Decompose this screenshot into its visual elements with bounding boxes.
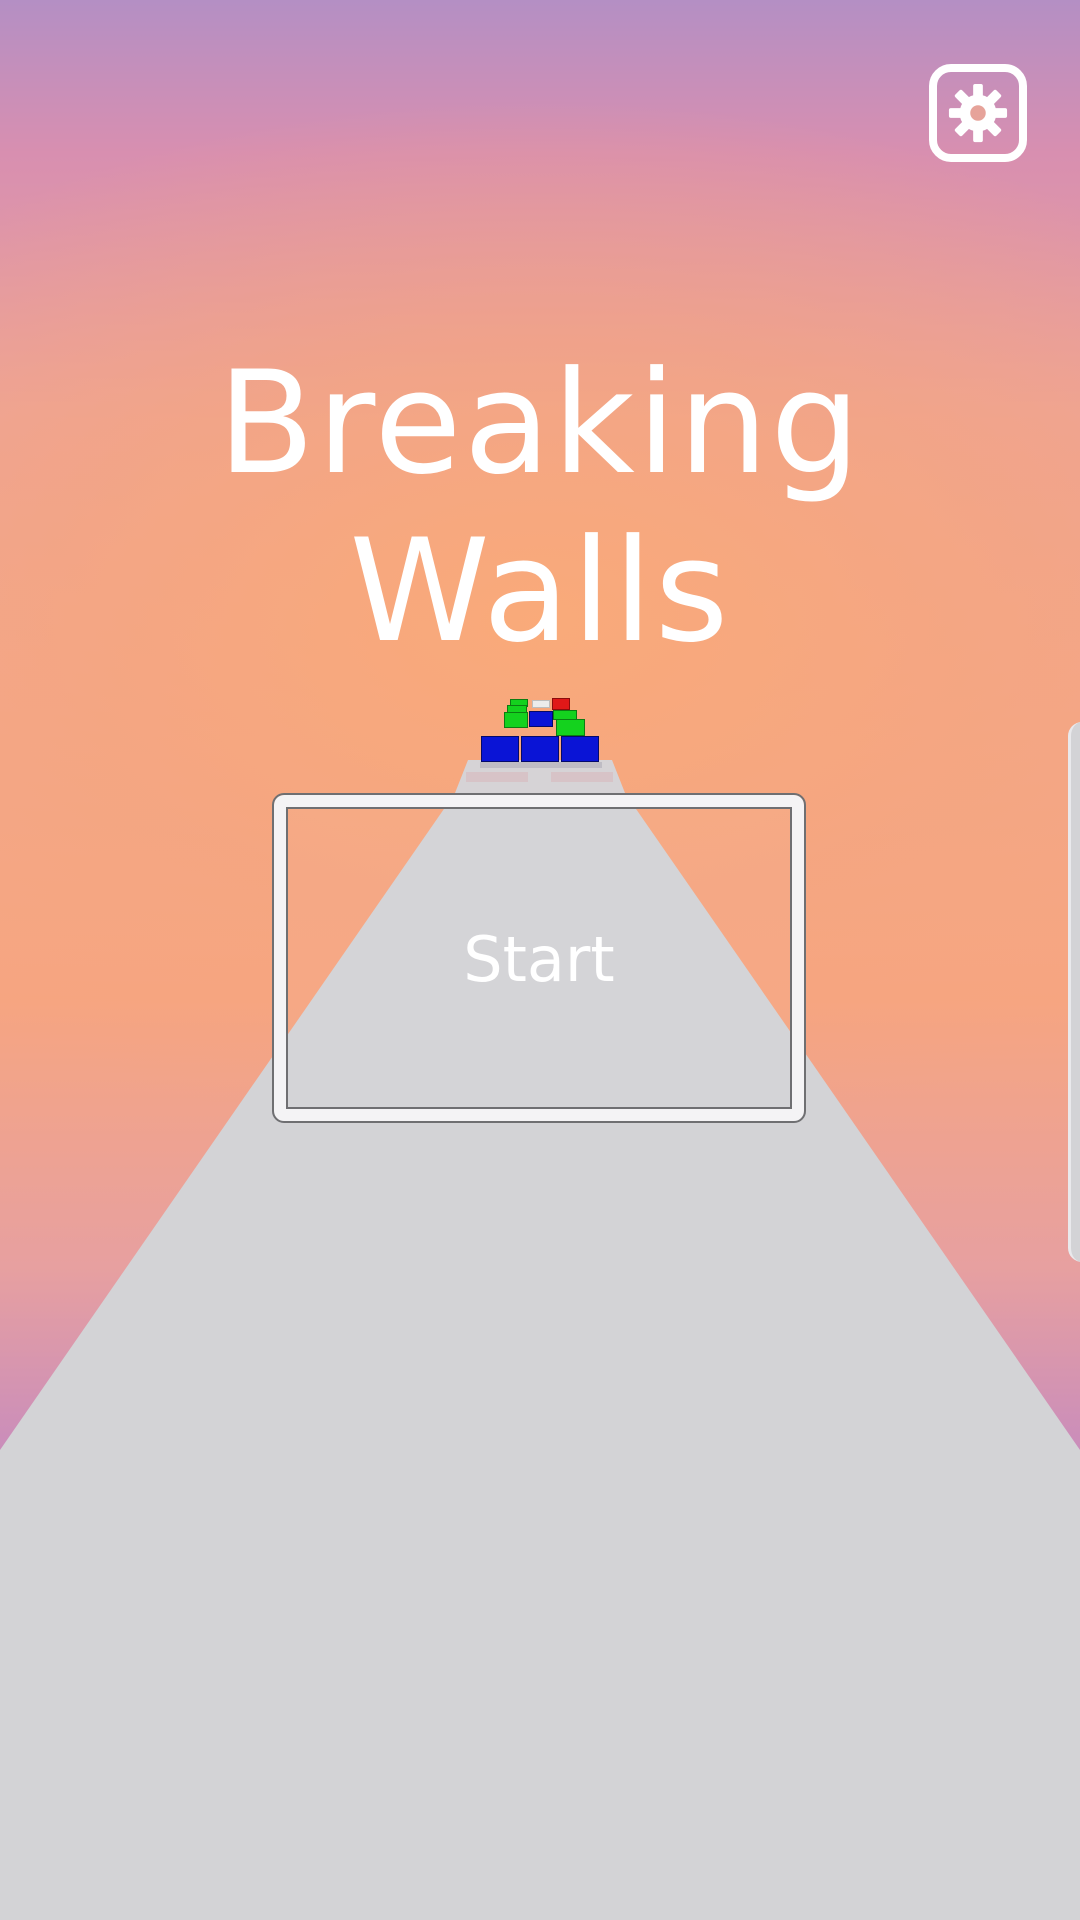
game-title: Breaking Walls [0,340,1080,676]
title-line-2: Walls [349,509,731,674]
edge-panel-handle[interactable] [1068,722,1080,1262]
settings-button[interactable] [929,64,1027,162]
block-blue [481,736,519,762]
start-label: Start [463,923,615,996]
start-button[interactable]: Start [272,793,806,1123]
block-white [532,700,550,708]
gear-icon [948,83,1008,143]
block-green [504,712,528,728]
title-line-1: Breaking [217,341,863,506]
block-blue [561,736,599,762]
block-blue [521,736,559,762]
block-shadow [480,762,602,768]
block-green [556,719,585,736]
block-red [552,698,570,710]
wall-blocks [480,696,604,786]
game-scene: Breaking Walls Start [0,0,1080,1920]
block-blue [529,711,553,727]
